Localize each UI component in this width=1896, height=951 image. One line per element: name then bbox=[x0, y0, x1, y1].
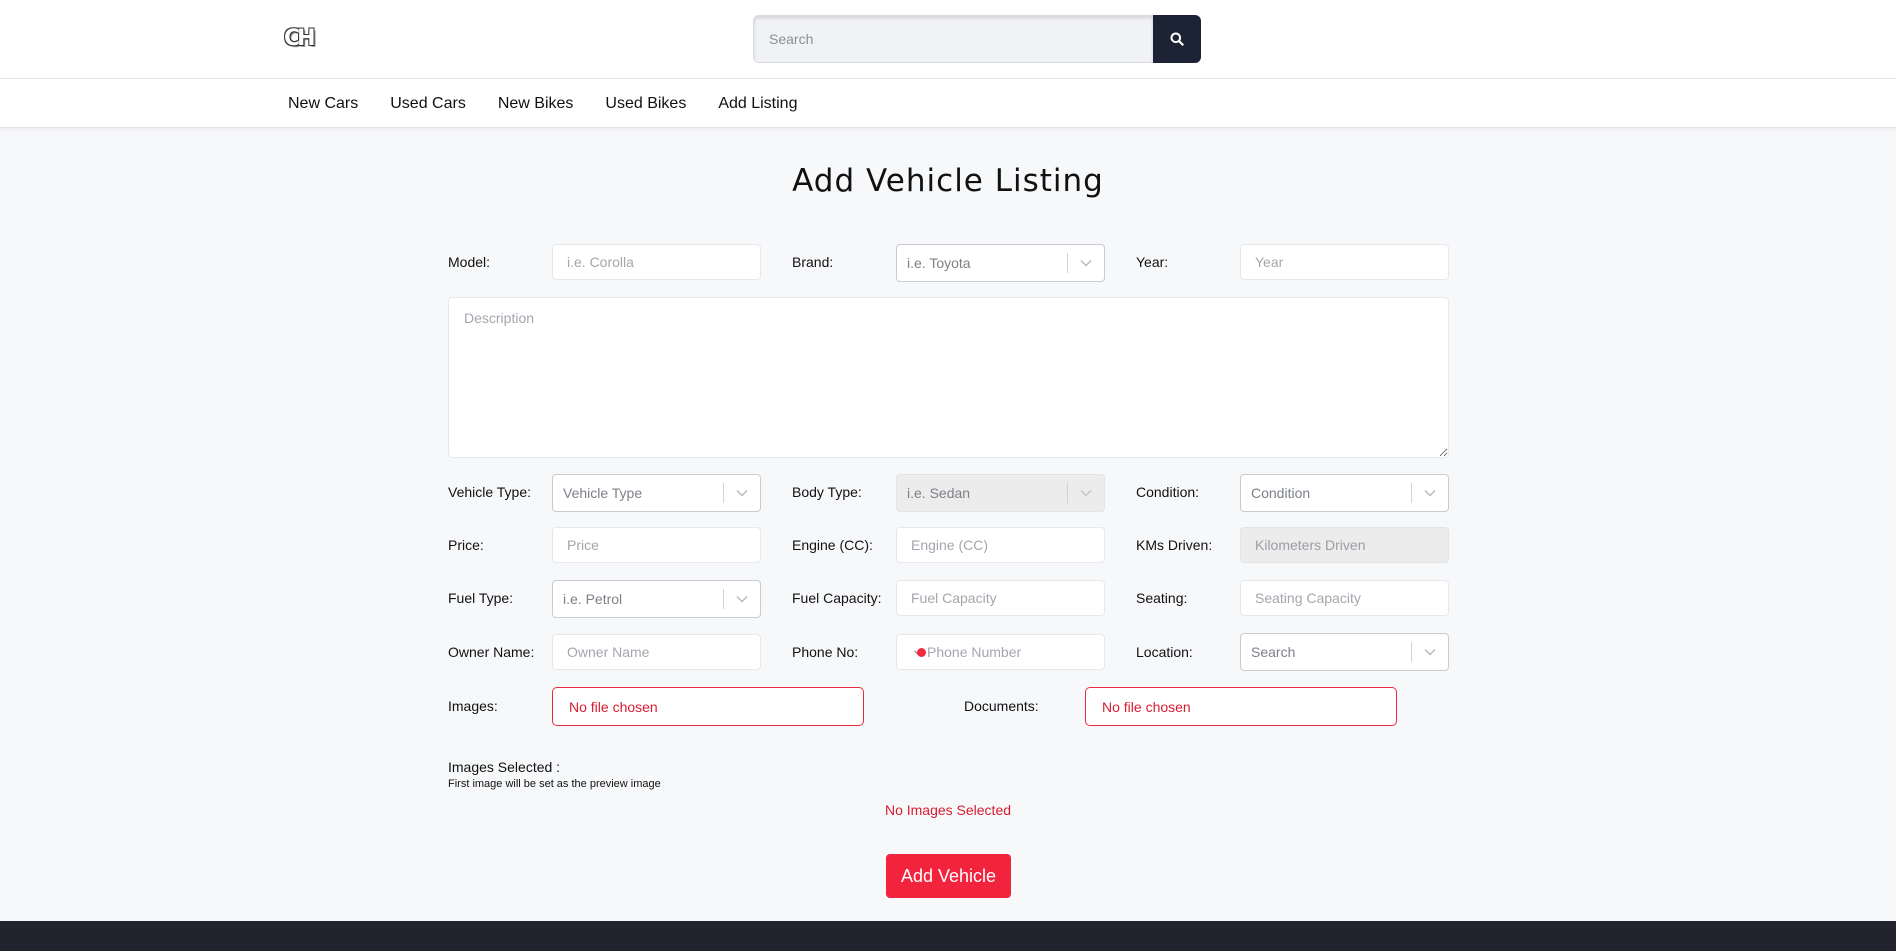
brand-label: Brand: bbox=[792, 254, 834, 270]
no-images-message: No Images Selected bbox=[884, 802, 1012, 818]
top-header: CH bbox=[0, 0, 1896, 79]
search-input[interactable] bbox=[753, 15, 1153, 63]
chevron-down-icon bbox=[1068, 489, 1104, 497]
preview-note: First image will be set as the preview i… bbox=[448, 778, 661, 790]
engine-label: Engine (CC): bbox=[792, 537, 873, 553]
seating-label: Seating: bbox=[1136, 590, 1188, 606]
brand-select[interactable]: i.e. Toyota bbox=[896, 244, 1105, 282]
location-label: Location: bbox=[1136, 644, 1193, 660]
vehicle-type-select-value: Vehicle Type bbox=[563, 485, 643, 501]
body-type-select-value: i.e. Sedan bbox=[907, 485, 971, 501]
search-button[interactable] bbox=[1153, 15, 1201, 63]
phone-number-input[interactable] bbox=[921, 644, 1108, 660]
body-type-label: Body Type: bbox=[792, 484, 862, 500]
documents-file-input[interactable]: No file chosen bbox=[1085, 687, 1397, 726]
main-nav: New Cars Used Cars New Bikes Used Bikes … bbox=[0, 79, 1896, 128]
page-footer bbox=[0, 921, 1896, 951]
search-icon bbox=[1170, 32, 1184, 46]
nav-used-cars[interactable]: Used Cars bbox=[390, 95, 466, 113]
owner-label: Owner Name: bbox=[448, 644, 535, 660]
chevron-down-icon bbox=[1068, 259, 1104, 267]
condition-select[interactable]: Condition bbox=[1240, 474, 1449, 512]
condition-select-value: Condition bbox=[1251, 485, 1311, 501]
fuel-type-label: Fuel Type: bbox=[448, 590, 514, 606]
engine-input[interactable] bbox=[896, 527, 1105, 563]
images-file-input[interactable]: No file chosen bbox=[552, 687, 864, 726]
fuel-capacity-input[interactable] bbox=[896, 580, 1105, 616]
kms-label: KMs Driven: bbox=[1136, 537, 1213, 553]
images-selected-heading: Images Selected : bbox=[448, 759, 561, 775]
fuel-type-select-value: i.e. Petrol bbox=[563, 591, 623, 607]
location-select[interactable]: Search bbox=[1240, 633, 1449, 671]
chevron-down-icon bbox=[1412, 648, 1448, 656]
brand-select-value: i.e. Toyota bbox=[907, 255, 971, 271]
fuel-type-select[interactable]: i.e. Petrol bbox=[552, 580, 761, 618]
condition-label: Condition: bbox=[1136, 484, 1200, 500]
year-input[interactable] bbox=[1240, 244, 1449, 280]
price-label: Price: bbox=[448, 537, 484, 553]
nav-used-bikes[interactable]: Used Bikes bbox=[605, 95, 686, 113]
chevron-down-icon bbox=[724, 489, 760, 497]
kms-input[interactable] bbox=[1240, 527, 1449, 563]
add-vehicle-button[interactable]: Add Vehicle bbox=[886, 854, 1011, 898]
location-select-value: Search bbox=[1251, 644, 1296, 660]
page-title: Add Vehicle Listing bbox=[792, 163, 1104, 199]
vehicle-type-label: Vehicle Type: bbox=[448, 484, 532, 500]
phone-label: Phone No: bbox=[792, 644, 859, 660]
fuel-capacity-label: Fuel Capacity: bbox=[792, 590, 882, 606]
seating-input[interactable] bbox=[1240, 580, 1449, 616]
body-type-select[interactable]: i.e. Sedan bbox=[896, 474, 1105, 512]
model-input[interactable] bbox=[552, 244, 761, 280]
model-label: Model: bbox=[448, 254, 491, 270]
site-logo[interactable]: CH bbox=[284, 26, 316, 51]
description-textarea[interactable] bbox=[448, 297, 1449, 458]
phone-field bbox=[896, 634, 1108, 670]
documents-label: Documents: bbox=[964, 698, 1039, 714]
owner-name-input[interactable] bbox=[552, 634, 761, 670]
nav-new-cars[interactable]: New Cars bbox=[288, 95, 358, 113]
chevron-down-icon bbox=[1412, 489, 1448, 497]
vehicle-type-select[interactable]: Vehicle Type bbox=[552, 474, 761, 512]
nav-new-bikes[interactable]: New Bikes bbox=[498, 95, 574, 113]
year-label: Year: bbox=[1136, 254, 1169, 270]
search-bar bbox=[753, 15, 1201, 63]
nav-add-listing[interactable]: Add Listing bbox=[718, 95, 797, 113]
chevron-down-icon bbox=[724, 595, 760, 603]
price-input[interactable] bbox=[552, 527, 761, 563]
images-label: Images: bbox=[448, 698, 498, 714]
